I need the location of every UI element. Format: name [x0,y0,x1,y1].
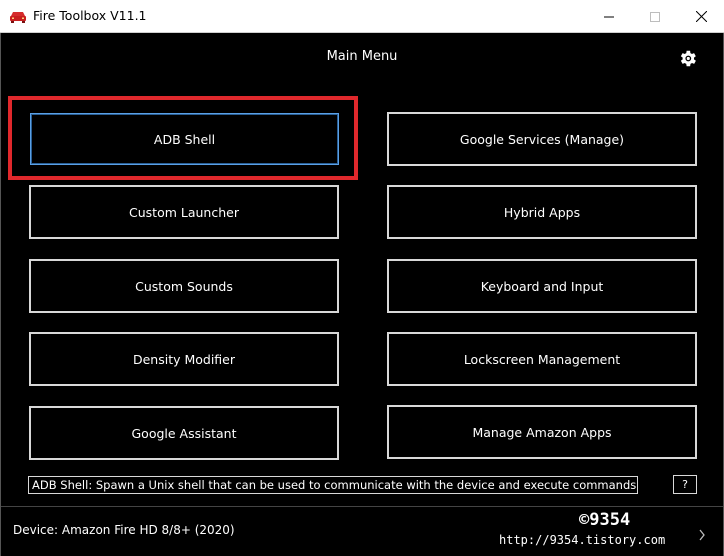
app-icon [9,9,27,23]
lockscreen-management-label: Lockscreen Management [463,351,621,367]
settings-button[interactable] [677,48,698,69]
adb-shell-button[interactable]: ADB Shell [30,113,339,165]
custom-launcher-label: Custom Launcher [129,204,239,220]
google-assistant-label: Google Assistant [131,425,237,441]
maximize-button[interactable] [632,0,678,33]
window-title: Fire Toolbox V11.1 [33,8,147,23]
hybrid-apps-button[interactable]: Hybrid Apps [387,185,697,239]
watermark-copyright: ©9354 [579,510,631,530]
maximize-icon [650,11,660,22]
footer-divider [1,506,723,507]
device-status: Device: Amazon Fire HD 8/8+ (2020) [13,523,235,537]
density-modifier-label: Density Modifier [132,351,236,367]
manage-amazon-apps-label: Manage Amazon Apps [472,424,612,440]
manage-amazon-apps-button[interactable]: Manage Amazon Apps [387,405,697,459]
close-button[interactable] [678,0,724,33]
chevron-right-icon [699,529,705,541]
minimize-button[interactable] [586,0,632,33]
footer-expand-button[interactable] [698,526,706,545]
custom-sounds-button[interactable]: Custom Sounds [29,259,339,313]
main-panel: Main Menu ADB Shell Custom Launcher Cust… [0,33,724,556]
custom-sounds-label: Custom Sounds [135,278,233,294]
keyboard-input-button[interactable]: Keyboard and Input [387,259,697,313]
custom-launcher-button[interactable]: Custom Launcher [29,185,339,239]
google-services-label: Google Services (Manage) [459,131,625,147]
adb-shell-label: ADB Shell [153,131,216,147]
close-icon [695,11,707,22]
help-button[interactable]: ? [673,475,697,494]
gear-icon [680,50,696,67]
lockscreen-management-button[interactable]: Lockscreen Management [387,332,697,386]
google-assistant-button[interactable]: Google Assistant [29,406,339,460]
keyboard-input-label: Keyboard and Input [480,278,604,294]
density-modifier-button[interactable]: Density Modifier [29,332,339,386]
google-services-button[interactable]: Google Services (Manage) [387,112,697,166]
title-bar: Fire Toolbox V11.1 [0,0,724,33]
watermark-url: http://9354.tistory.com [499,533,666,547]
hybrid-apps-label: Hybrid Apps [503,204,581,220]
page-title: Main Menu [326,49,398,64]
description-box: ADB Shell: Spawn a Unix shell that can b… [28,476,638,494]
minimize-icon [604,16,614,17]
